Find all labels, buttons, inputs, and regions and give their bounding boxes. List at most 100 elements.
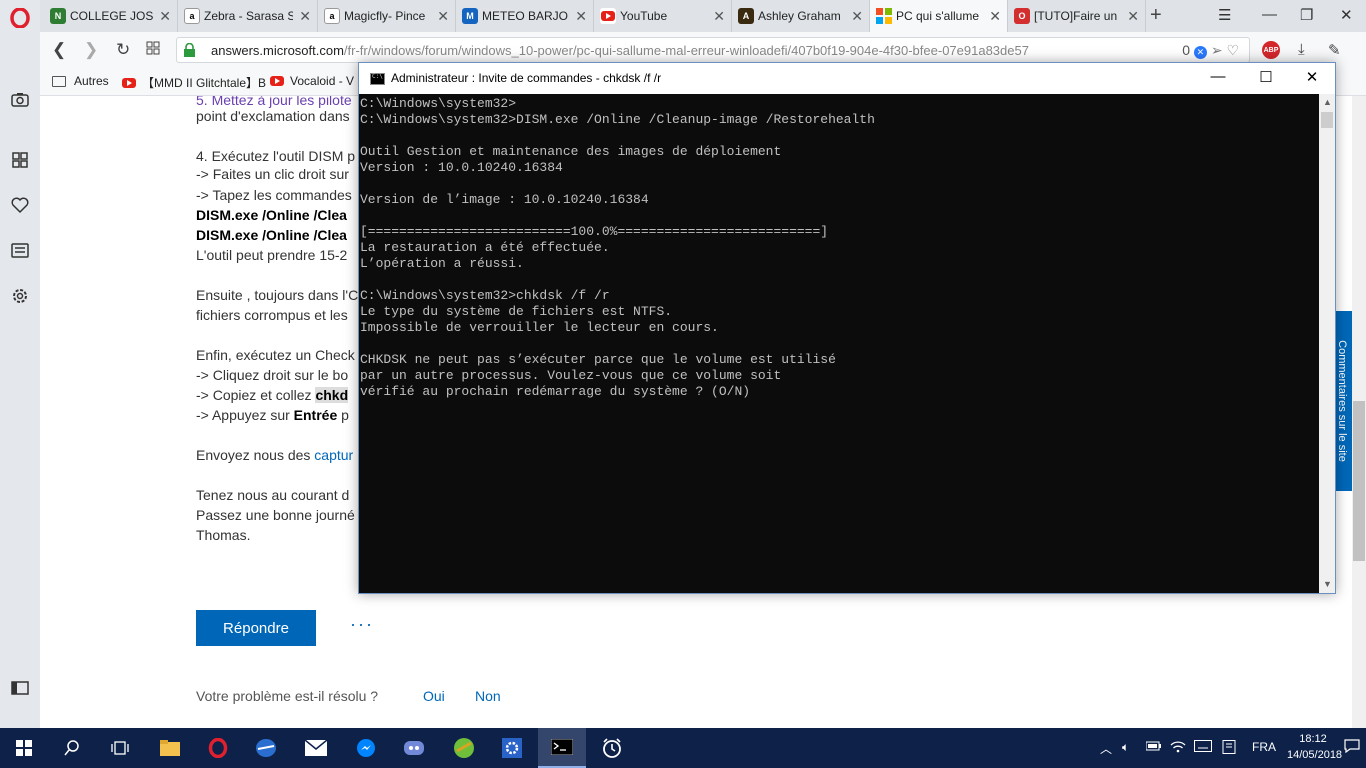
reply-button[interactable]: Répondre: [196, 610, 316, 646]
amazon-icon: a: [324, 8, 340, 24]
start-icon[interactable]: [0, 728, 48, 768]
volume-icon[interactable]: 🔈︎: [1122, 740, 1129, 755]
cmd-minimize-icon[interactable]: —: [1195, 68, 1241, 90]
cmd-icon: [370, 73, 385, 85]
tab-label: COLLEGE JOSEPH: [70, 9, 154, 23]
messenger-icon[interactable]: [342, 728, 390, 768]
download-icon[interactable]: ⤓: [1298, 41, 1305, 58]
cmd-window[interactable]: Administrateur : Invite de commandes - c…: [358, 62, 1336, 594]
taskbar: ︿ 🔈︎ FRA 18:12 14/05/2018: [0, 728, 1366, 768]
more-options-button[interactable]: ···: [350, 614, 374, 635]
youtube-icon: [270, 76, 284, 86]
bookmark-label: Vocaloid - V: [290, 74, 355, 88]
minimize-icon[interactable]: —: [1262, 6, 1277, 23]
game-icon[interactable]: [440, 728, 488, 768]
alarm-clock-icon[interactable]: [588, 728, 636, 768]
page-text-line: -> Faites un clic droit sur: [196, 166, 349, 182]
close-icon[interactable]: ✕: [713, 8, 725, 25]
close-icon[interactable]: ✕: [437, 8, 449, 25]
page-text-line: 4. Exécutez l'outil DISM p: [196, 148, 356, 164]
send-icon[interactable]: ➢: [1211, 42, 1223, 58]
scroll-up-icon[interactable]: ▲: [1323, 97, 1332, 107]
page-text-line: -> Tapez les commandes: [196, 187, 352, 203]
heart-icon[interactable]: [10, 195, 30, 215]
cmd-console[interactable]: C:\Windows\system32> C:\Windows\system32…: [359, 94, 1319, 593]
tab-youtube[interactable]: YouTube ✕: [594, 0, 732, 32]
task-view-icon[interactable]: [96, 728, 144, 768]
bookmark-autres[interactable]: Autres: [52, 74, 109, 88]
cmd-close-icon[interactable]: ✕: [1289, 68, 1335, 90]
opera-logo-icon[interactable]: [10, 7, 30, 29]
keyboard-icon[interactable]: [1194, 740, 1212, 755]
url-field[interactable]: answers.microsoft.com/fr-fr/windows/foru…: [176, 37, 1250, 63]
action-center-icon[interactable]: [1344, 739, 1360, 756]
tab-pc-allume[interactable]: PC qui s'allume ✕: [870, 0, 1008, 32]
thunderbird-icon[interactable]: [242, 728, 290, 768]
tab-zebra[interactable]: a Zebra - Sarasa S ✕: [178, 0, 318, 32]
discord-icon[interactable]: [390, 728, 438, 768]
close-icon[interactable]: ✕: [299, 8, 311, 25]
tray-chevron-icon[interactable]: ︿: [1100, 740, 1112, 757]
sidebar-toggle-icon[interactable]: [10, 678, 30, 698]
new-tab-button[interactable]: +: [1150, 4, 1162, 27]
settings-app-icon[interactable]: [488, 728, 536, 768]
tab-tuto[interactable]: O [TUTO]Faire un ✕: [1008, 0, 1146, 32]
notebook-icon[interactable]: [1222, 740, 1236, 757]
wifi-icon[interactable]: [1170, 740, 1186, 756]
tab-label: METEO BARJOLS: [482, 9, 569, 23]
page-scrollbar-thumb[interactable]: [1353, 401, 1365, 561]
cmd-output: C:\Windows\system32> C:\Windows\system32…: [360, 96, 875, 399]
close-icon[interactable]: ✕: [1127, 8, 1139, 25]
no-link[interactable]: Non: [475, 688, 501, 704]
tabs-grid-icon[interactable]: [146, 40, 160, 60]
vpn-icon[interactable]: ✕: [1193, 46, 1207, 59]
resolved-question: Votre problème est-il résolu ?: [196, 688, 379, 704]
maximize-icon[interactable]: ❐: [1300, 6, 1313, 24]
tab-label: Zebra - Sarasa S: [204, 9, 294, 23]
reload-icon[interactable]: ↻: [116, 40, 130, 60]
close-icon[interactable]: ✕: [575, 8, 587, 25]
file-explorer-icon[interactable]: [146, 728, 194, 768]
bookmark-vocaloid[interactable]: Vocaloid - V: [270, 74, 354, 88]
adblock-icon[interactable]: ABP: [1262, 41, 1280, 59]
language-indicator[interactable]: FRA: [1252, 740, 1276, 754]
camera-icon[interactable]: [10, 90, 30, 110]
forward-icon[interactable]: ❯: [84, 40, 98, 60]
yes-link[interactable]: Oui: [423, 688, 445, 704]
bookmark-label: Autres: [74, 74, 109, 88]
close-icon[interactable]: ✕: [159, 8, 171, 25]
back-icon[interactable]: ❮: [52, 40, 66, 60]
snapshot-icon[interactable]: ✎: [1328, 41, 1341, 59]
url-extensions: 0 ✕ ➢ ♡: [1182, 42, 1239, 59]
cmd-maximize-icon[interactable]: ☐: [1243, 68, 1289, 90]
clock[interactable]: 18:12 14/05/2018: [1287, 731, 1342, 763]
capture-link[interactable]: captur: [314, 447, 353, 463]
opera-taskbar-icon[interactable]: [194, 728, 242, 768]
tab-magicfly[interactable]: a Magicfly- Pince ✕: [318, 0, 456, 32]
battery-icon[interactable]: [1145, 740, 1162, 755]
scroll-down-icon[interactable]: ▼: [1323, 579, 1332, 589]
page-text-line: Ensuite , toujours dans l'C: [196, 287, 359, 303]
close-icon[interactable]: ✕: [851, 8, 863, 25]
bookmark-mmd[interactable]: 【MMD II Glitchtale】B: [122, 74, 266, 91]
page-text-line: -> Appuyez sur Entrée p: [196, 405, 349, 425]
cmd-scrollbar[interactable]: ▲ ▼: [1319, 94, 1335, 593]
cmd-scrollbar-thumb[interactable]: [1321, 112, 1333, 128]
tab-college[interactable]: N COLLEGE JOSEPH ✕: [44, 0, 178, 32]
settings-icon[interactable]: [10, 286, 30, 306]
tab-label: Magicfly- Pince: [344, 9, 426, 23]
news-icon[interactable]: [10, 240, 30, 260]
search-icon[interactable]: [48, 728, 96, 768]
tab-menu-icon[interactable]: ☰: [1218, 6, 1231, 24]
close-window-icon[interactable]: ✕: [1340, 6, 1353, 24]
cmd-title: Administrateur : Invite de commandes - c…: [391, 71, 662, 85]
mail-icon[interactable]: [292, 728, 340, 768]
cmd-taskbar-icon[interactable]: [538, 728, 586, 768]
cmd-title-bar[interactable]: Administrateur : Invite de commandes - c…: [359, 63, 1335, 94]
tab-ashley[interactable]: A Ashley Graham ✕: [732, 0, 870, 32]
page-code: chkd: [315, 387, 349, 403]
close-icon[interactable]: ✕: [989, 8, 1001, 25]
speed-dial-icon[interactable]: [10, 150, 30, 170]
tab-meteo[interactable]: M METEO BARJOLS ✕: [456, 0, 594, 32]
bookmark-heart-icon[interactable]: ♡: [1226, 42, 1239, 58]
